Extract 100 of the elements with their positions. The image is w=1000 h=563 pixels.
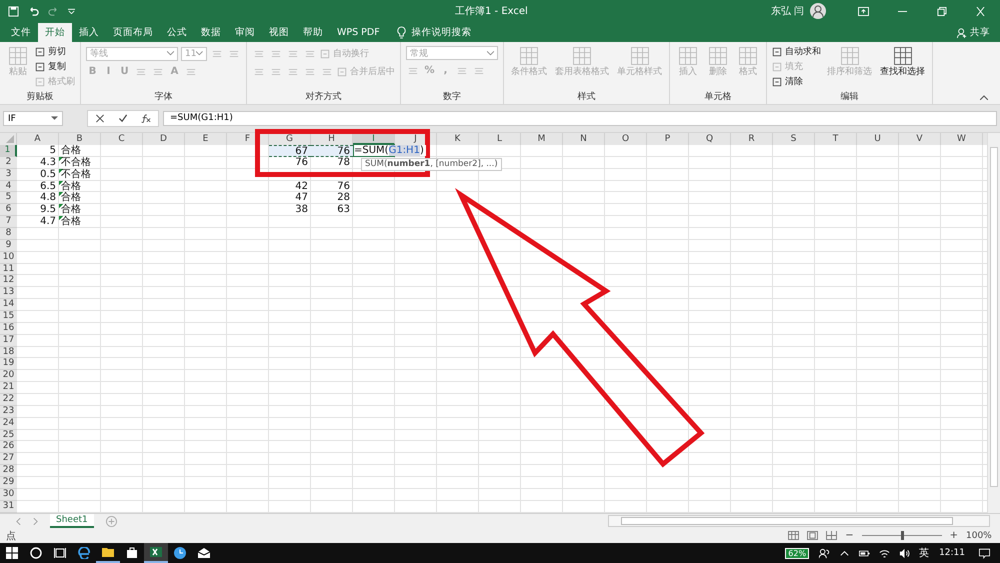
input-method-indicator[interactable]: 英 <box>919 546 930 560</box>
column-header[interactable]: C <box>101 133 143 145</box>
ribbon-tab[interactable]: 公式 <box>160 23 194 42</box>
ribbon-tab[interactable]: 开始 <box>38 23 72 42</box>
people-icon[interactable] <box>819 548 830 558</box>
row-header[interactable]: 9 <box>0 240 17 252</box>
column-header[interactable]: F <box>227 133 269 145</box>
row-header[interactable]: 6 <box>0 204 17 216</box>
column-header[interactable]: D <box>143 133 185 145</box>
row-header[interactable]: 1 <box>0 145 17 157</box>
row-header[interactable]: 17 <box>0 334 17 347</box>
column-header[interactable]: N <box>563 133 605 145</box>
row-header[interactable]: 5 <box>0 192 17 204</box>
row-header[interactable]: 20 <box>0 370 17 382</box>
volume-icon[interactable] <box>899 548 910 558</box>
row-header[interactable]: 31 <box>0 500 17 513</box>
customize-caret-icon[interactable] <box>68 8 75 14</box>
column-header[interactable]: Q <box>689 133 731 145</box>
row-header[interactable]: 15 <box>0 311 17 323</box>
column-header[interactable]: A <box>17 133 59 145</box>
formula-field[interactable]: =SUM(G1:H1) <box>163 111 997 126</box>
column-header[interactable]: B <box>59 133 101 145</box>
avatar-icon[interactable] <box>810 3 826 19</box>
ribbon-tab[interactable]: 插入 <box>72 23 106 42</box>
clock-time[interactable]: 12:11 <box>939 548 965 558</box>
row-header[interactable]: 16 <box>0 322 17 335</box>
close-icon[interactable] <box>975 6 986 16</box>
cancel-icon[interactable] <box>94 114 105 123</box>
ribbon-tab[interactable]: 审阅 <box>228 23 262 42</box>
ribbon-tab[interactable]: 数据 <box>194 23 228 42</box>
ribbon-button[interactable]: 清除 <box>772 74 821 89</box>
row-header[interactable]: 29 <box>0 477 17 489</box>
column-header[interactable]: L <box>479 133 521 145</box>
page-layout-icon[interactable] <box>807 531 818 540</box>
next-sheet-icon[interactable] <box>33 518 38 524</box>
enter-check-icon[interactable] <box>118 114 128 123</box>
row-header[interactable]: 14 <box>0 299 17 312</box>
column-header[interactable]: V <box>899 133 941 145</box>
row-header[interactable]: 11 <box>0 264 17 276</box>
ribbon-tab[interactable]: WPS PDF <box>330 23 387 42</box>
row-header[interactable]: 8 <box>0 228 17 240</box>
row-header[interactable]: 4 <box>0 180 17 192</box>
add-sheet-icon[interactable] <box>106 516 117 526</box>
column-header[interactable]: M <box>521 133 563 145</box>
ribbon-button[interactable]: 剪切 <box>35 44 75 59</box>
ribbon-tab[interactable]: 文件 <box>4 23 38 42</box>
zoom-out-button[interactable]: − <box>845 530 854 541</box>
ribbon-tab[interactable]: 页面布局 <box>106 23 160 42</box>
row-header[interactable]: 27 <box>0 453 17 466</box>
column-header[interactable]: K <box>437 133 479 145</box>
ribbon-tab[interactable]: 视图 <box>262 23 296 42</box>
horizontal-scrollbar[interactable] <box>608 515 990 527</box>
row-header[interactable]: 24 <box>0 418 17 430</box>
taskbar-button[interactable] <box>144 543 168 563</box>
row-header[interactable]: 26 <box>0 441 17 454</box>
column-header[interactable]: O <box>605 133 647 145</box>
share-button[interactable]: 共享 <box>957 23 990 42</box>
column-header[interactable]: W <box>941 133 983 145</box>
column-header[interactable]: E <box>185 133 227 145</box>
row-header[interactable]: 19 <box>0 358 17 370</box>
ribbon-button[interactable]: 复制 <box>35 59 75 74</box>
row-header[interactable]: 2 <box>0 156 17 169</box>
vertical-scrollbar[interactable] <box>987 133 1000 513</box>
row-header[interactable]: 18 <box>0 346 17 358</box>
row-header[interactable]: 12 <box>0 275 17 288</box>
column-header[interactable]: R <box>731 133 773 145</box>
column-header[interactable]: T <box>815 133 857 145</box>
zoom-level[interactable]: 100% <box>966 530 994 540</box>
redo-icon[interactable] <box>48 6 59 16</box>
row-header[interactable]: 3 <box>0 168 17 181</box>
ribbon-display-icon[interactable] <box>858 6 869 16</box>
cell-editor[interactable]: =SUM(G1:H1) <box>354 145 426 156</box>
zoom-in-button[interactable]: + <box>950 530 958 541</box>
search-field[interactable]: 操作说明搜索 <box>412 23 472 42</box>
row-header[interactable]: 13 <box>0 287 17 300</box>
sheet-tab[interactable]: Sheet1 <box>50 514 94 528</box>
previous-sheet-icon[interactable] <box>16 518 21 524</box>
notification-icon[interactable] <box>979 548 990 558</box>
name-box[interactable]: IF <box>3 111 63 126</box>
ribbon-button[interactable]: 自动求和 <box>772 44 821 59</box>
wifi-icon[interactable] <box>879 548 890 558</box>
column-header[interactable]: P <box>647 133 689 145</box>
function-icon[interactable] <box>141 114 152 123</box>
row-header[interactable]: 22 <box>0 394 17 406</box>
column-header[interactable]: S <box>773 133 815 145</box>
row-header[interactable]: 25 <box>0 430 17 442</box>
ribbon-button[interactable]: 查找和选择 <box>878 44 927 79</box>
save-icon[interactable] <box>8 6 19 16</box>
clock-app-icon[interactable] <box>174 547 186 559</box>
ribbon-tab[interactable]: 帮助 <box>296 23 330 42</box>
row-header[interactable]: 21 <box>0 382 17 394</box>
mail-icon[interactable] <box>198 547 210 559</box>
normal-view-icon[interactable] <box>788 531 800 540</box>
page-break-icon[interactable] <box>826 531 838 540</box>
row-header[interactable]: 28 <box>0 465 17 478</box>
row-header[interactable]: 7 <box>0 216 17 228</box>
row-header[interactable]: 10 <box>0 252 17 264</box>
collapse-ribbon-icon[interactable] <box>980 95 988 100</box>
row-header[interactable]: 30 <box>0 488 17 501</box>
column-header[interactable]: U <box>857 133 899 145</box>
